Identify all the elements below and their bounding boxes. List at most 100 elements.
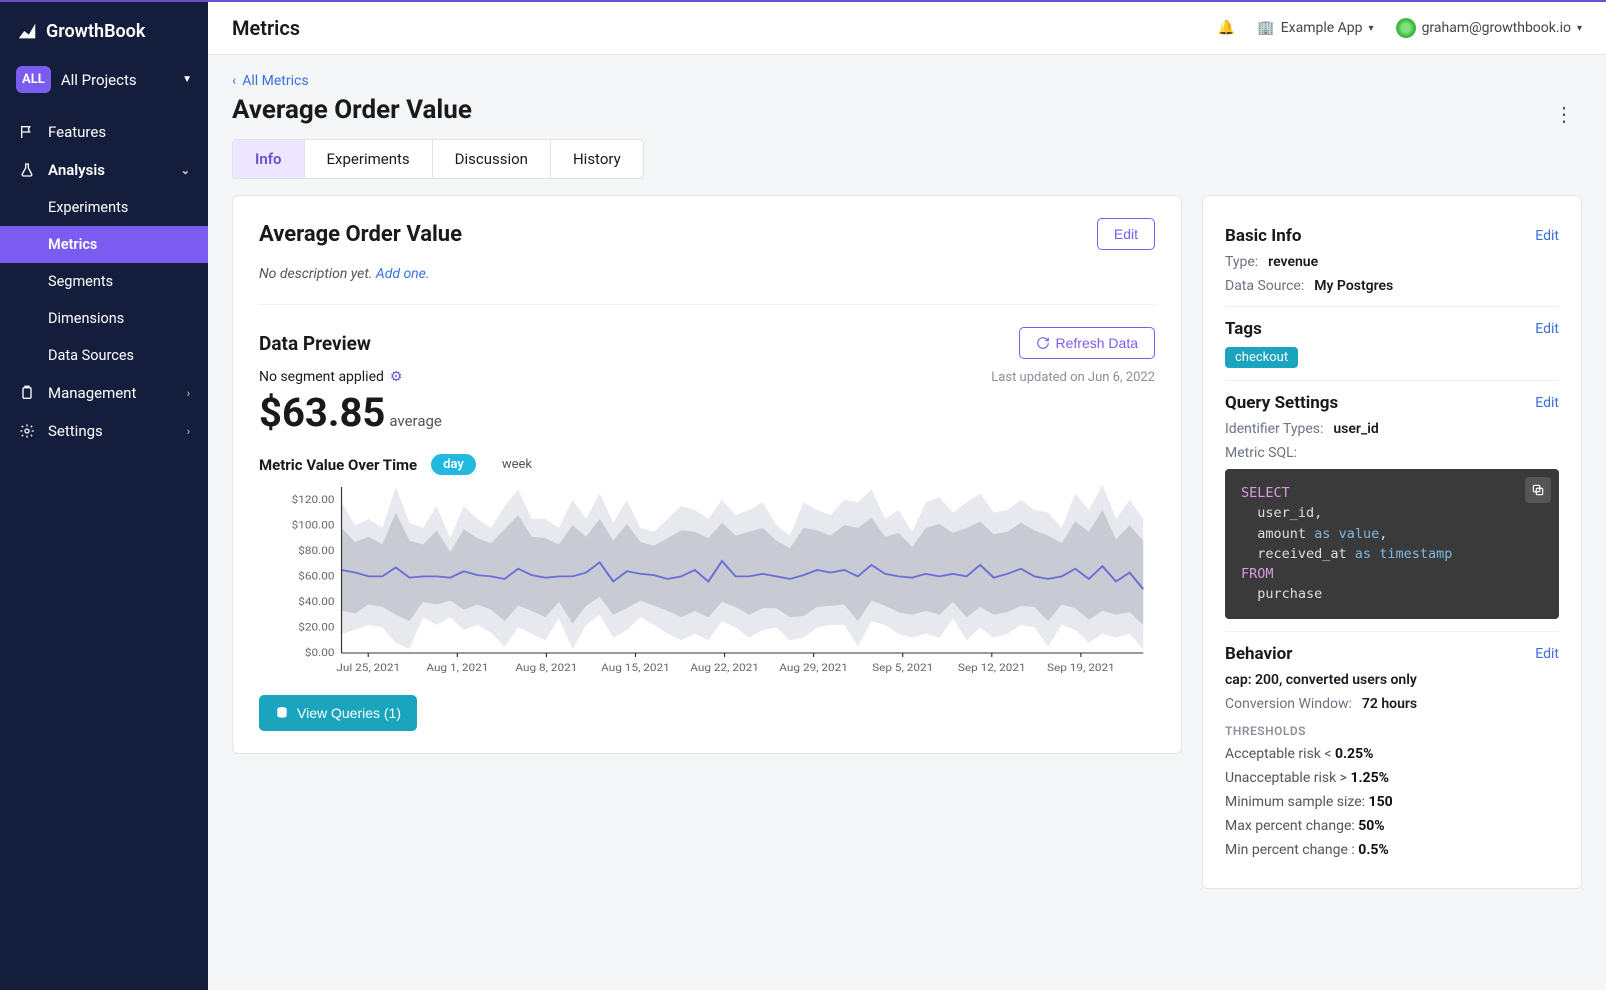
segment-settings-icon[interactable]: ⚙ bbox=[390, 369, 403, 385]
behavior-title: Behavior bbox=[1225, 644, 1535, 664]
nav-features-label: Features bbox=[48, 123, 106, 141]
add-description-link[interactable]: Add one. bbox=[376, 266, 430, 282]
gear-icon bbox=[18, 422, 36, 440]
breadcrumb-back[interactable]: ‹ All Metrics bbox=[232, 73, 1582, 89]
svg-text:Sep 12, 2021: Sep 12, 2021 bbox=[958, 662, 1026, 674]
copy-icon bbox=[1531, 483, 1545, 497]
logo[interactable]: GrowthBook bbox=[0, 14, 208, 56]
page-title: Average Order Value bbox=[232, 95, 1546, 125]
nav-datasources[interactable]: Data Sources bbox=[0, 337, 208, 374]
edit-tags[interactable]: Edit bbox=[1535, 321, 1559, 337]
project-selector[interactable]: ALL All Projects ▼ bbox=[12, 62, 196, 97]
edit-behavior[interactable]: Edit bbox=[1535, 646, 1559, 662]
nav-settings[interactable]: Settings › bbox=[0, 412, 208, 450]
database-icon bbox=[275, 706, 289, 720]
tab-discussion-label: Discussion bbox=[455, 150, 528, 168]
empty-desc-text: No description yet. bbox=[259, 266, 372, 282]
svg-text:Aug 29, 2021: Aug 29, 2021 bbox=[779, 662, 848, 674]
tab-experiments[interactable]: Experiments bbox=[305, 140, 433, 178]
id-types-val: user_id bbox=[1333, 421, 1378, 437]
flask-icon bbox=[18, 161, 36, 179]
preview-value-sub: average bbox=[389, 412, 442, 430]
data-preview-title: Data Preview bbox=[259, 332, 1019, 355]
nav-experiments-label: Experiments bbox=[48, 199, 128, 216]
caret-down-icon: ▾ bbox=[1577, 23, 1582, 34]
bell-icon[interactable]: 🔔 bbox=[1218, 20, 1235, 36]
more-menu-icon[interactable]: ⋮ bbox=[1546, 98, 1582, 130]
edit-label: Edit bbox=[1535, 646, 1559, 662]
user-selector[interactable]: graham@growthbook.io ▾ bbox=[1396, 18, 1582, 38]
edit-query-settings[interactable]: Edit bbox=[1535, 395, 1559, 411]
nav-metrics[interactable]: Metrics bbox=[0, 226, 208, 263]
last-updated: Last updated on Jun 6, 2022 bbox=[991, 370, 1155, 385]
project-label: All Projects bbox=[61, 71, 172, 89]
refresh-data-button[interactable]: Refresh Data bbox=[1019, 327, 1155, 359]
svg-text:Jul 25, 2021: Jul 25, 2021 bbox=[336, 662, 400, 674]
chevron-right-icon: › bbox=[187, 425, 190, 438]
tab-info[interactable]: Info bbox=[233, 140, 305, 178]
nav-management[interactable]: Management › bbox=[0, 374, 208, 412]
topbar-title: Metrics bbox=[232, 16, 1200, 40]
preview-value: $63.85average bbox=[259, 389, 1155, 436]
chart-title: Metric Value Over Time bbox=[259, 456, 417, 474]
nav-dimensions[interactable]: Dimensions bbox=[0, 300, 208, 337]
svg-text:$80.00: $80.00 bbox=[298, 545, 334, 557]
nav-datasources-label: Data Sources bbox=[48, 347, 134, 364]
type-val: revenue bbox=[1268, 254, 1318, 270]
conv-val: 72 hours bbox=[1362, 696, 1417, 712]
edit-label: Edit bbox=[1535, 321, 1559, 337]
queries-label: View Queries (1) bbox=[297, 705, 401, 721]
svg-text:$20.00: $20.00 bbox=[298, 621, 334, 633]
refresh-icon bbox=[1036, 336, 1050, 350]
sql-code: SELECT user_id, amount as value, receive… bbox=[1225, 469, 1559, 619]
threshold-row: Acceptable risk < 0.25% bbox=[1225, 746, 1559, 762]
svg-text:Aug 1, 2021: Aug 1, 2021 bbox=[426, 662, 488, 674]
caret-down-icon: ▾ bbox=[1369, 23, 1374, 34]
svg-text:$120.00: $120.00 bbox=[292, 494, 335, 506]
toggle-day[interactable]: day bbox=[431, 454, 476, 475]
chevron-left-icon: ‹ bbox=[232, 73, 236, 89]
type-key: Type: bbox=[1225, 254, 1258, 270]
user-email: graham@growthbook.io bbox=[1422, 20, 1571, 36]
sql-label: Metric SQL: bbox=[1225, 445, 1297, 461]
ds-val: My Postgres bbox=[1314, 278, 1393, 294]
copy-sql-button[interactable] bbox=[1525, 477, 1551, 503]
edit-basic-info[interactable]: Edit bbox=[1535, 228, 1559, 244]
id-types-key: Identifier Types: bbox=[1225, 421, 1323, 437]
tab-history-label: History bbox=[573, 150, 621, 168]
chevron-down-icon: ⌄ bbox=[181, 164, 190, 177]
toggle-week[interactable]: week bbox=[490, 454, 544, 475]
nav-features[interactable]: Features bbox=[0, 113, 208, 151]
tag-checkout[interactable]: checkout bbox=[1225, 347, 1298, 368]
svg-text:Aug 15, 2021: Aug 15, 2021 bbox=[601, 662, 670, 674]
breadcrumb-label: All Metrics bbox=[242, 73, 308, 89]
nav-segments[interactable]: Segments bbox=[0, 263, 208, 300]
overview-card: Average Order Value Edit No description … bbox=[232, 195, 1182, 754]
org-selector[interactable]: 🏢 Example App ▾ bbox=[1257, 20, 1373, 36]
threshold-row: Max percent change: 50% bbox=[1225, 818, 1559, 834]
threshold-row: Unacceptable risk > 1.25% bbox=[1225, 770, 1559, 786]
project-badge: ALL bbox=[16, 66, 51, 93]
thresholds-label: THRESHOLDS bbox=[1225, 724, 1559, 738]
query-settings-title: Query Settings bbox=[1225, 393, 1535, 413]
edit-metric-button[interactable]: Edit bbox=[1097, 218, 1155, 250]
svg-text:$100.00: $100.00 bbox=[292, 519, 335, 531]
overview-title: Average Order Value bbox=[259, 222, 1097, 247]
tab-discussion[interactable]: Discussion bbox=[433, 140, 551, 178]
nav-metrics-label: Metrics bbox=[48, 236, 97, 253]
org-name: Example App bbox=[1281, 20, 1363, 36]
view-queries-button[interactable]: View Queries (1) bbox=[259, 695, 417, 731]
clipboard-icon bbox=[18, 384, 36, 402]
tab-history[interactable]: History bbox=[551, 140, 643, 178]
nav-dimensions-label: Dimensions bbox=[48, 310, 124, 327]
svg-text:Sep 5, 2021: Sep 5, 2021 bbox=[872, 662, 933, 674]
nav-experiments[interactable]: Experiments bbox=[0, 189, 208, 226]
svg-text:$60.00: $60.00 bbox=[298, 570, 334, 582]
svg-text:Aug 22, 2021: Aug 22, 2021 bbox=[690, 662, 759, 674]
nav-analysis[interactable]: Analysis ⌄ bbox=[0, 151, 208, 189]
toggle-week-label: week bbox=[502, 457, 532, 472]
description-empty: No description yet. Add one. bbox=[259, 260, 1155, 305]
behavior-summary: cap: 200, converted users only bbox=[1225, 672, 1559, 688]
nav-management-label: Management bbox=[48, 384, 136, 402]
toggle-day-label: day bbox=[443, 457, 464, 472]
